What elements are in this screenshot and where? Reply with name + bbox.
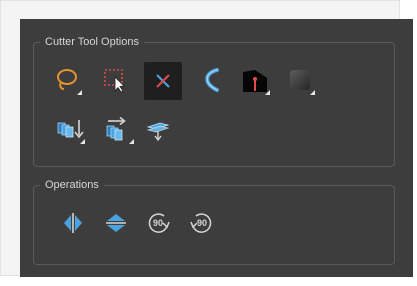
- submenu-indicator: [265, 90, 270, 95]
- shading-button[interactable]: [285, 65, 315, 95]
- flip-vertical-button[interactable]: [101, 208, 131, 238]
- rotate-ccw-button[interactable]: 90: [186, 208, 216, 238]
- cutter-tool-options-group: Cutter Tool Options: [33, 35, 395, 167]
- cutter-cross-icon: [156, 74, 170, 88]
- rotate-90-ccw-icon: 90: [190, 213, 212, 233]
- tip-button[interactable]: [240, 65, 270, 95]
- submenu-indicator: [77, 90, 82, 95]
- stack-right-button[interactable]: [104, 114, 134, 144]
- operations-title: Operations: [40, 178, 104, 192]
- submenu-indicator: [310, 90, 315, 95]
- marquee-button[interactable]: [100, 65, 130, 95]
- smooth-button[interactable]: [195, 65, 225, 95]
- stack-down-button[interactable]: [55, 114, 85, 144]
- tool-properties-panel: Cutter Tool Options Operations 90 90: [20, 19, 413, 277]
- flatten-button[interactable]: [143, 114, 173, 144]
- flip-horizontal-icon: [64, 213, 82, 233]
- rotate-cw-button[interactable]: 90: [144, 208, 174, 238]
- rotate-ccw-label: 90: [197, 218, 207, 228]
- marquee-select-icon: [104, 69, 125, 93]
- flip-vertical-icon: [106, 214, 126, 232]
- cutter-mode-button[interactable]: [144, 62, 182, 100]
- cutter-tool-options-title: Cutter Tool Options: [40, 35, 144, 49]
- rotate-cw-label: 90: [153, 218, 163, 228]
- submenu-indicator: [80, 139, 85, 144]
- flip-horizontal-button[interactable]: [58, 208, 88, 238]
- smooth-curve-icon: [205, 68, 219, 92]
- lasso-button[interactable]: [52, 65, 82, 95]
- rotate-90-cw-icon: 90: [148, 213, 170, 233]
- flatten-icon: [146, 122, 170, 142]
- submenu-indicator: [129, 139, 134, 144]
